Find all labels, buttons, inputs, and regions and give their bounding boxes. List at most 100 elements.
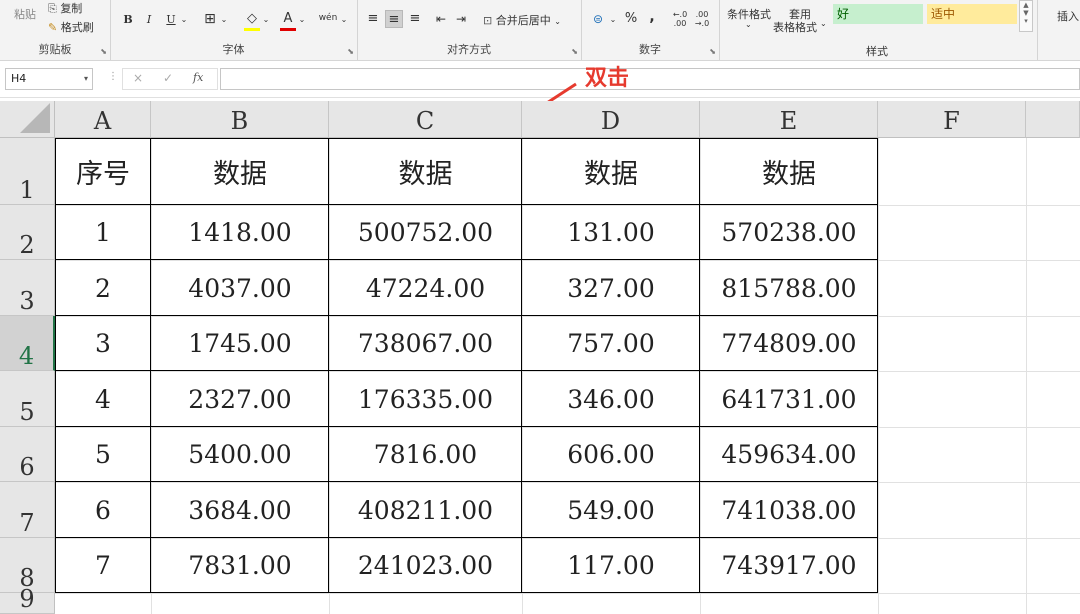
comma-style-button[interactable]: , — [645, 8, 659, 26]
font-launcher-icon[interactable]: ⬊ — [347, 47, 354, 56]
row-header-1[interactable]: 1 — [0, 138, 55, 205]
data-cell[interactable]: 408211.00 — [329, 482, 522, 538]
data-cell[interactable]: 6 — [55, 482, 151, 538]
alignment-launcher-icon[interactable]: ⬊ — [571, 47, 578, 56]
data-cell[interactable]: 570238.00 — [700, 205, 878, 260]
data-cell[interactable]: 738067.00 — [329, 316, 522, 371]
font-color-dropdown-icon[interactable]: ⌄ — [298, 11, 306, 29]
header-cell[interactable]: 数据 — [700, 138, 878, 205]
style-good[interactable]: 好 — [833, 4, 923, 24]
select-all-corner[interactable] — [0, 101, 55, 138]
table-format-line2[interactable]: 表格格式 — [773, 19, 817, 35]
accounting-dropdown-icon[interactable]: ⌄ — [609, 11, 617, 29]
data-cell[interactable]: 2 — [55, 260, 151, 316]
header-cell[interactable]: 序号 — [55, 138, 151, 205]
bold-button[interactable]: B — [120, 11, 136, 29]
table-format-dropdown-icon[interactable]: ⌄ — [820, 19, 827, 28]
fill-dropdown-icon[interactable]: ⌄ — [262, 11, 270, 29]
cancel-icon[interactable]: × — [133, 71, 143, 85]
data-cell[interactable]: 743917.00 — [700, 538, 878, 593]
row-header-6[interactable]: 6 — [0, 427, 55, 482]
align-right-icon[interactable]: ≡ — [407, 10, 423, 28]
merge-center-button[interactable]: ⊡ 合并后居中 ⌄ — [483, 12, 561, 28]
percent-button[interactable]: % — [623, 10, 639, 28]
row-header-3[interactable]: 3 — [0, 260, 55, 316]
number-group-label: 数字 — [639, 43, 661, 56]
column-header-d[interactable]: D — [522, 101, 700, 138]
phonetic-dropdown-icon[interactable]: ⌄ — [340, 11, 348, 29]
data-cell[interactable]: 7816.00 — [329, 427, 522, 482]
row-header-4[interactable]: 4 — [0, 316, 55, 371]
name-box[interactable]: H4 ▾ — [5, 68, 93, 90]
data-cell[interactable]: 4037.00 — [151, 260, 329, 316]
data-cell[interactable]: 641731.00 — [700, 371, 878, 427]
data-cell[interactable]: 549.00 — [522, 482, 700, 538]
copy-button[interactable]: ⎘ 复制 — [48, 0, 82, 16]
row-header-7[interactable]: 7 — [0, 482, 55, 538]
data-cell[interactable]: 176335.00 — [329, 371, 522, 427]
data-cell[interactable]: 5400.00 — [151, 427, 329, 482]
increase-decimal-icon[interactable]: ←.0.00 — [671, 10, 689, 28]
align-center-icon[interactable]: ≡ — [385, 10, 403, 28]
data-cell[interactable]: 741038.00 — [700, 482, 878, 538]
format-painter-button[interactable]: ✎ 格式刷 — [48, 19, 94, 35]
column-header-b[interactable]: B — [151, 101, 329, 138]
data-cell[interactable]: 241023.00 — [329, 538, 522, 593]
enter-icon[interactable]: ✓ — [163, 71, 173, 85]
row-header-2[interactable]: 2 — [0, 205, 55, 260]
conditional-format-dropdown-icon[interactable]: ⌄ — [745, 20, 752, 29]
decrease-decimal-icon[interactable]: .00 →.0 — [693, 10, 711, 28]
font-color-icon[interactable]: A — [280, 10, 296, 31]
italic-button[interactable]: I — [142, 11, 156, 29]
data-cell[interactable]: 7 — [55, 538, 151, 593]
underline-button[interactable]: U — [164, 11, 178, 29]
align-left-icon[interactable]: ≡ — [365, 10, 381, 28]
data-cell[interactable]: 1745.00 — [151, 316, 329, 371]
name-box-dropdown-icon[interactable]: ▾ — [84, 69, 88, 89]
data-cell[interactable]: 757.00 — [522, 316, 700, 371]
formula-input[interactable] — [220, 68, 1080, 90]
data-cell[interactable]: 117.00 — [522, 538, 700, 593]
data-cell[interactable]: 606.00 — [522, 427, 700, 482]
data-cell[interactable]: 459634.00 — [700, 427, 878, 482]
data-cell[interactable]: 5 — [55, 427, 151, 482]
data-cell[interactable]: 3 — [55, 316, 151, 371]
insert-button[interactable]: 插入 — [1057, 8, 1079, 24]
column-header-e[interactable]: E — [700, 101, 878, 138]
row-header-5[interactable]: 5 — [0, 371, 55, 427]
data-cell[interactable]: 1418.00 — [151, 205, 329, 260]
data-cell[interactable]: 346.00 — [522, 371, 700, 427]
phonetic-icon[interactable]: wén — [318, 9, 338, 27]
increase-indent-icon[interactable]: ⇥ — [453, 10, 469, 28]
data-cell[interactable]: 7831.00 — [151, 538, 329, 593]
data-cell[interactable]: 500752.00 — [329, 205, 522, 260]
header-cell[interactable]: 数据 — [329, 138, 522, 205]
paste-button[interactable]: 粘贴 — [14, 6, 36, 22]
border-icon[interactable]: ⊞ — [202, 10, 218, 28]
data-cell[interactable]: 2327.00 — [151, 371, 329, 427]
clipboard-launcher-icon[interactable]: ⬊ — [100, 47, 107, 56]
data-cell[interactable]: 815788.00 — [700, 260, 878, 316]
data-cell[interactable]: 1 — [55, 205, 151, 260]
underline-dropdown-icon[interactable]: ⌄ — [180, 11, 188, 29]
data-cell[interactable]: 47224.00 — [329, 260, 522, 316]
border-dropdown-icon[interactable]: ⌄ — [220, 11, 228, 29]
column-header-a[interactable]: A — [55, 101, 151, 138]
data-cell[interactable]: 774809.00 — [700, 316, 878, 371]
insert-function-icon[interactable]: fx — [193, 71, 203, 84]
header-cell[interactable]: 数据 — [151, 138, 329, 205]
fill-color-icon[interactable]: ◇ — [244, 10, 260, 31]
accounting-format-icon[interactable]: ⊜ — [589, 10, 607, 28]
style-neutral[interactable]: 适中 — [927, 4, 1017, 24]
header-cell[interactable]: 数据 — [522, 138, 700, 205]
styles-scroll-icon[interactable]: ▲ ▼ ▾ — [1019, 0, 1033, 32]
column-header-f[interactable]: F — [878, 101, 1026, 138]
column-header-c[interactable]: C — [329, 101, 522, 138]
data-cell[interactable]: 327.00 — [522, 260, 700, 316]
data-cell[interactable]: 131.00 — [522, 205, 700, 260]
data-cell[interactable]: 3684.00 — [151, 482, 329, 538]
data-cell[interactable]: 4 — [55, 371, 151, 427]
number-launcher-icon[interactable]: ⬊ — [709, 47, 716, 56]
decrease-indent-icon[interactable]: ⇤ — [433, 10, 449, 28]
row-header-9[interactable]: 9 — [0, 585, 55, 614]
